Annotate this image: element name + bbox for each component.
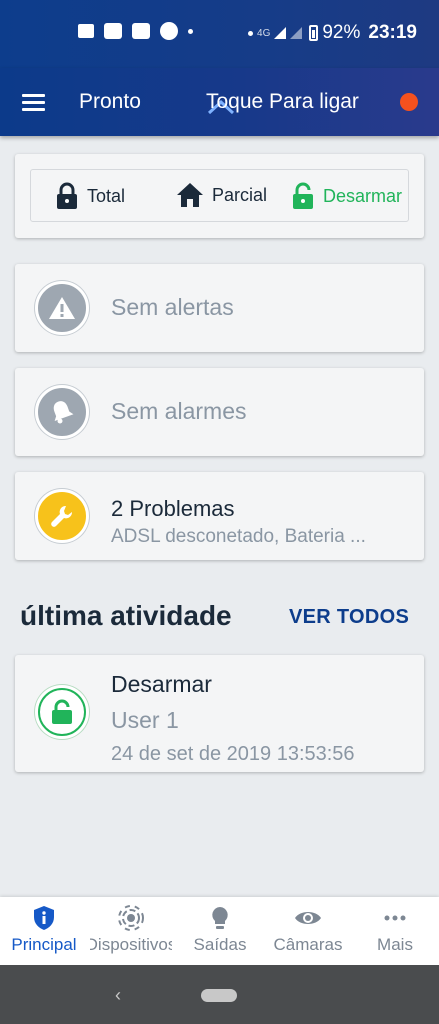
youtube-notification-icon xyxy=(104,23,122,39)
connection-status-dot xyxy=(400,93,418,111)
activity-date: 24 de set de 2019 13:53:56 xyxy=(111,743,355,761)
nav-cameras-label: Câmaras xyxy=(273,935,343,954)
activity-item[interactable]: Desarmar User 1 24 de set de 2019 13:53:… xyxy=(15,655,424,772)
more-notifications-icon xyxy=(188,28,193,34)
alarms-badge xyxy=(35,385,89,439)
arm-panel-card: Total Parcial Desarmar xyxy=(15,154,424,238)
activity-user: User 1 xyxy=(111,707,179,733)
menu-icon[interactable] xyxy=(22,94,45,111)
activity-section-title: última atividade xyxy=(20,600,232,631)
back-icon[interactable]: ‹ xyxy=(115,985,121,1006)
battery-icon xyxy=(309,25,319,41)
lock-closed-icon xyxy=(57,182,77,209)
alerts-badge xyxy=(35,281,89,335)
wrench-icon xyxy=(51,505,73,527)
arm-partial-button[interactable]: Parcial xyxy=(176,182,267,208)
battery-level: 92% xyxy=(322,22,361,43)
eye-icon xyxy=(295,912,321,924)
page-title: Pronto xyxy=(79,90,141,113)
circle-notification-icon xyxy=(160,22,178,40)
app-bar: Pronto Toque Para ligar xyxy=(0,68,439,136)
nav-principal[interactable]: Principal xyxy=(4,905,84,955)
problems-badge xyxy=(35,489,89,543)
lock-open-icon xyxy=(293,182,313,209)
signal-empty-icon xyxy=(290,27,303,39)
warning-icon xyxy=(49,297,75,319)
disarm-button[interactable]: Desarmar xyxy=(291,182,402,210)
nav-devices-label: Dispositivos xyxy=(90,935,172,954)
image-notification-icon xyxy=(78,24,94,38)
activity-badge xyxy=(35,685,89,739)
nav-outputs-label: Saídas xyxy=(193,935,247,954)
sensor-icon xyxy=(118,905,144,931)
nav-more-label: Mais xyxy=(377,935,413,954)
arm-options: Total Parcial Desarmar xyxy=(30,169,409,222)
alarms-label: Sem alarmes xyxy=(111,398,247,424)
dots-icon xyxy=(384,915,406,921)
see-all-button[interactable]: VER TODOS xyxy=(289,606,409,629)
connect-label: Toque Para ligar xyxy=(206,90,359,113)
system-navigation-bar: ‹ xyxy=(0,965,439,1024)
nav-cameras[interactable]: Câmaras xyxy=(265,905,351,955)
bell-icon xyxy=(53,401,74,424)
home-pill[interactable] xyxy=(201,989,237,1002)
nav-outputs[interactable]: Saídas xyxy=(178,905,262,955)
nav-devices[interactable]: Dispositivos xyxy=(90,905,172,955)
activity-title: Desarmar xyxy=(111,671,212,697)
arm-total-button[interactable]: Total xyxy=(55,182,125,210)
shield-info-icon xyxy=(34,906,54,930)
nav-principal-label: Principal xyxy=(11,935,77,954)
bulb-icon xyxy=(212,907,228,929)
alerts-label: Sem alertas xyxy=(111,294,234,320)
problems-subtitle: ADSL desconetado, Bateria ... xyxy=(111,526,366,547)
network-type: 4G xyxy=(257,27,271,39)
problems-title: 2 Problemas xyxy=(111,496,235,521)
nav-more[interactable]: Mais xyxy=(360,905,430,955)
bottom-navigation: Principal Dispositivos Saídas Câmaras Ma… xyxy=(0,897,439,965)
connect-button[interactable]: Toque Para ligar xyxy=(206,90,359,114)
arm-partial-label: Parcial xyxy=(212,184,268,205)
home-icon xyxy=(177,183,203,207)
dot-icon xyxy=(248,30,254,36)
alarms-card[interactable]: Sem alarmes xyxy=(15,368,424,456)
status-bar: 4G 92% 23:19 xyxy=(0,0,439,68)
clock: 23:19 xyxy=(368,22,417,43)
alerts-card[interactable]: Sem alertas xyxy=(15,264,424,352)
youtube-notification-icon xyxy=(132,23,150,39)
arm-total-label: Total xyxy=(87,185,126,206)
disarm-label: Desarmar xyxy=(323,185,403,206)
notification-icons xyxy=(78,22,193,40)
lock-open-icon xyxy=(52,699,72,724)
signal-icon xyxy=(274,27,287,39)
problems-card[interactable]: 2 Problemas ADSL desconetado, Bateria ..… xyxy=(15,472,424,560)
